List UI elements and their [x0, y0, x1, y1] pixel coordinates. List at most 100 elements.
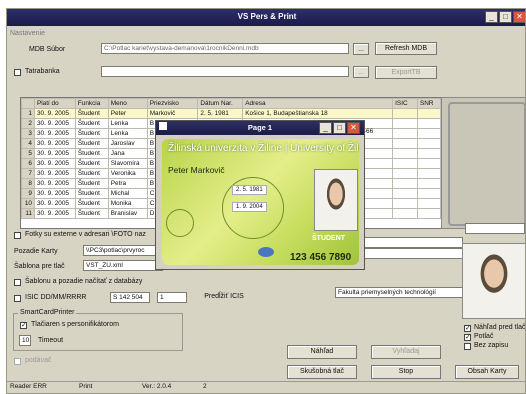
menu-settings[interactable]: Nastavenie — [10, 30, 45, 37]
column-header[interactable]: SNR — [417, 98, 441, 109]
detail-faculty-field[interactable]: Fakulta priemyselných technológií — [335, 287, 463, 298]
potlac-checkbox[interactable]: ✓ — [464, 334, 471, 341]
table-cell[interactable]: Monika — [107, 198, 148, 209]
table-cell[interactable] — [392, 118, 419, 129]
table-cell[interactable] — [417, 178, 441, 189]
table-cell[interactable]: Petra — [107, 178, 148, 189]
preview-maximize-button[interactable]: □ — [333, 122, 346, 134]
table-cell[interactable] — [417, 128, 441, 139]
column-header[interactable]: ISIC — [392, 98, 419, 109]
table-cell[interactable]: Študent — [74, 178, 109, 189]
table-cell[interactable] — [417, 158, 441, 169]
table-cell[interactable]: 30. 9. 2005 — [33, 128, 76, 139]
close-button[interactable]: ✕ — [513, 11, 525, 23]
db-path-field[interactable]: C:\Potlac kariet\vystava-demanova\1rocni… — [101, 43, 349, 54]
table-cell[interactable]: Študent — [74, 188, 109, 199]
table-cell[interactable] — [417, 188, 441, 199]
table-cell[interactable]: Študent — [74, 128, 109, 139]
tatrabanka-path-field[interactable] — [101, 66, 349, 77]
photos-external-checkbox[interactable] — [14, 232, 21, 239]
table-cell[interactable]: Michal — [107, 188, 148, 199]
table-cell[interactable] — [417, 198, 441, 209]
export-tb-button[interactable]: ExportTB — [375, 66, 437, 79]
table-cell[interactable]: 30. 9. 2005 — [33, 148, 76, 159]
isic-checkbox[interactable] — [14, 295, 21, 302]
table-cell[interactable]: 30. 9. 2005 — [33, 208, 76, 219]
table-cell[interactable] — [392, 208, 419, 219]
table-cell[interactable] — [417, 208, 441, 219]
load-from-db-checkbox[interactable] — [14, 279, 21, 286]
table-cell[interactable] — [392, 198, 419, 209]
isic-count-field[interactable]: 1 — [157, 292, 187, 303]
stop-button[interactable]: Stop — [371, 365, 441, 379]
table-cell[interactable]: 30. 9. 2005 — [33, 168, 76, 179]
column-header[interactable]: Dátum Nar. — [197, 98, 244, 109]
photo-path-field[interactable] — [465, 223, 525, 234]
table-cell[interactable]: Veronika — [107, 168, 148, 179]
table-cell[interactable]: Markovič — [146, 108, 199, 119]
table-cell[interactable]: Študent — [74, 118, 109, 129]
table-cell[interactable]: Slavomíra — [107, 158, 148, 169]
test-print-button[interactable]: Skušobná tlač — [287, 365, 357, 379]
table-cell[interactable]: 30. 9. 2005 — [33, 138, 76, 149]
table-cell[interactable]: Študent — [74, 138, 109, 149]
column-header[interactable]: Platí do — [33, 98, 76, 109]
table-cell[interactable]: Študent — [74, 158, 109, 169]
table-cell[interactable] — [392, 148, 419, 159]
minimize-button[interactable]: _ — [485, 11, 498, 23]
table-cell[interactable] — [417, 138, 441, 149]
table-cell[interactable] — [417, 168, 441, 179]
table-cell[interactable]: Študent — [74, 168, 109, 179]
isic-field[interactable]: S 142 504 — [110, 292, 150, 303]
table-cell[interactable]: Študent — [74, 108, 109, 119]
table-cell[interactable] — [392, 168, 419, 179]
table-cell[interactable]: Peter — [107, 108, 148, 119]
preview-button[interactable]: Náhľad — [287, 345, 357, 359]
table-cell[interactable]: 30. 9. 2005 — [33, 108, 76, 119]
background-field[interactable]: \\PC3\potlac\prvyroc — [83, 245, 163, 256]
maximize-button[interactable]: □ — [499, 11, 512, 23]
table-cell[interactable] — [417, 148, 441, 159]
table-cell[interactable]: 30. 9. 2005 — [33, 178, 76, 189]
column-header[interactable]: Funkcia — [74, 98, 109, 109]
table-cell[interactable] — [392, 128, 419, 139]
table-cell[interactable] — [417, 108, 441, 119]
table-cell[interactable] — [392, 138, 419, 149]
tatrabanka-checkbox[interactable] — [14, 69, 21, 76]
extend-isic-button[interactable]: Predĺžiť ICIS — [195, 291, 253, 304]
table-cell[interactable] — [392, 178, 419, 189]
template-field[interactable]: VST_ZU.xml — [83, 260, 163, 271]
table-cell[interactable]: Študent — [74, 198, 109, 209]
table-cell[interactable] — [417, 118, 441, 129]
preview-minimize-button[interactable]: _ — [319, 122, 332, 134]
db-browse-button[interactable]: ... — [353, 43, 369, 55]
column-header[interactable]: Priezvisko — [146, 98, 199, 109]
table-cell[interactable]: Lenka — [107, 128, 148, 139]
no-write-checkbox[interactable] — [464, 343, 471, 350]
table-cell[interactable]: Jana — [107, 148, 148, 159]
table-cell[interactable]: Študent — [74, 208, 109, 219]
table-cell[interactable]: Študent — [74, 148, 109, 159]
table-cell[interactable] — [392, 108, 419, 119]
search-button[interactable]: Vyhľadaj — [371, 345, 441, 359]
column-header[interactable]: Adresa — [242, 98, 394, 109]
table-cell[interactable]: 2. 5. 1981 — [197, 108, 244, 119]
preview-close-button[interactable]: ✕ — [347, 122, 360, 134]
preview-before-checkbox[interactable]: ✓ — [464, 325, 471, 332]
podavac-checkbox[interactable] — [14, 358, 21, 365]
card-content-button[interactable]: Obsah Karty — [455, 365, 519, 379]
table-row[interactable]: 1 30. 9. 2005 Študent Peter Markovič 2. 5. 19… — [21, 108, 441, 119]
table-cell[interactable]: Branislav — [107, 208, 148, 219]
table-cell[interactable]: Jaroslav — [107, 138, 148, 149]
table-cell[interactable]: Lenka — [107, 118, 148, 129]
table-cell[interactable] — [392, 188, 419, 199]
table-cell[interactable]: 30. 9. 2005 — [33, 188, 76, 199]
table-cell[interactable]: 30. 9. 2005 — [33, 198, 76, 209]
table-cell[interactable]: 30. 9. 2005 — [33, 118, 76, 129]
table-cell[interactable]: Košice 1, Budapeštianska 18 — [242, 108, 394, 119]
column-header[interactable]: Meno — [107, 98, 148, 109]
tatrabanka-browse-button[interactable]: ... — [353, 66, 369, 78]
timeout-field[interactable]: 10 — [19, 335, 31, 346]
table-cell[interactable]: 30. 9. 2005 — [33, 158, 76, 169]
print-personalization-checkbox[interactable]: ✓ — [20, 322, 27, 329]
